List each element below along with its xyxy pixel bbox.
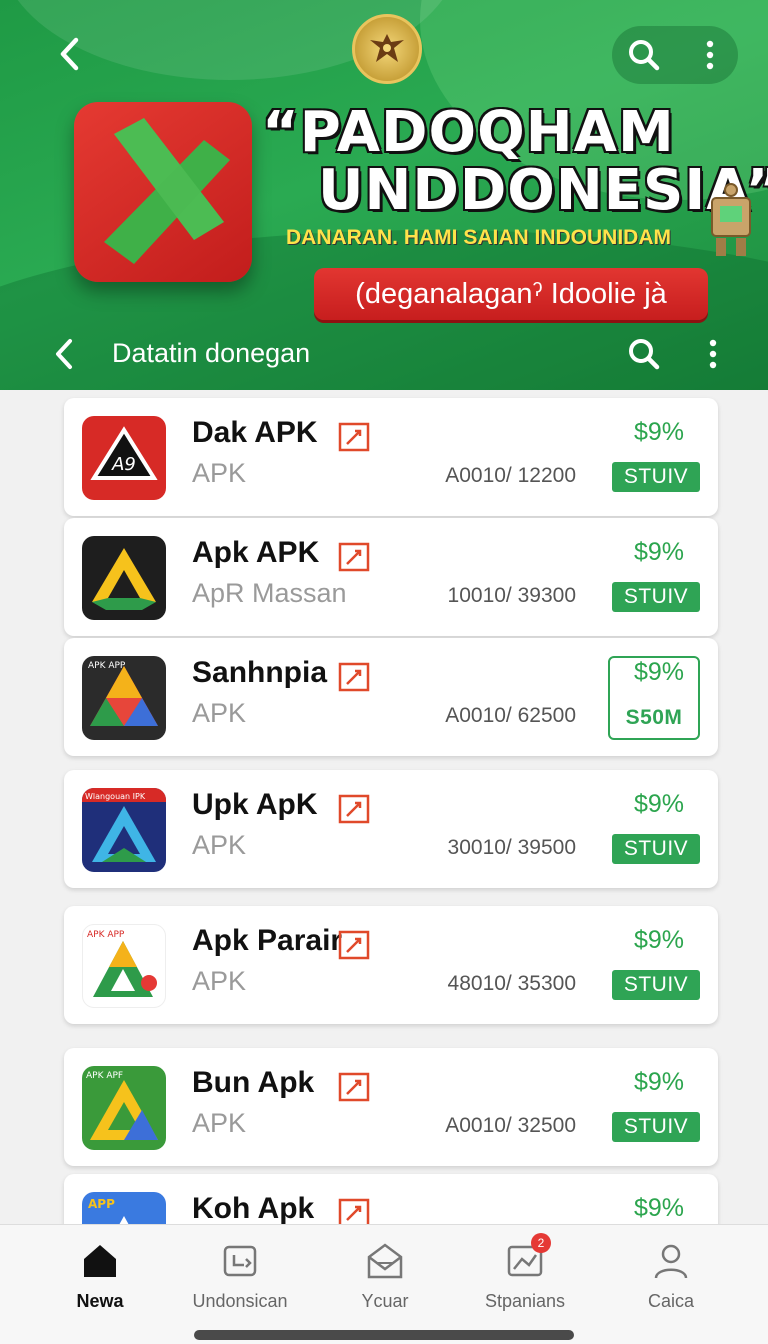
edit-icon[interactable]: [338, 930, 370, 960]
tab-ycuar[interactable]: Ycuar: [310, 1239, 460, 1319]
app-name: Bun Apk: [192, 1066, 315, 1099]
app-meta: A0010/ 12200: [445, 464, 576, 487]
app-icon-text: APP: [88, 1197, 115, 1211]
app-action-button[interactable]: STUIV: [612, 834, 700, 864]
person-icon: [654, 1244, 688, 1279]
banner-title-line2: UNDDONESIA”: [318, 158, 768, 223]
search-button[interactable]: [624, 35, 664, 75]
back-arrow-icon: [56, 339, 72, 369]
nav-more-button[interactable]: [696, 332, 730, 376]
nav-back-button[interactable]: [44, 330, 84, 378]
app-meta: A0010/ 62500: [445, 704, 576, 727]
search-icon: [629, 339, 660, 370]
sub-navbar: Datatin donegan: [0, 324, 768, 384]
header-banner: “PADOQHAM UNDDONESIA” DANARAN. HAMI SAIA…: [0, 0, 768, 390]
app-price: $9%: [633, 538, 684, 566]
app-icon: APK APP: [82, 656, 166, 740]
list-item[interactable]: Wlangouan IPK Upk ApK APK 30010/ 39500 $…: [64, 770, 718, 888]
tab-label: Ycuar: [361, 1291, 409, 1311]
tab-label: Newa: [76, 1291, 124, 1311]
app-name: Apk APK: [192, 536, 320, 569]
edit-icon[interactable]: [338, 1072, 370, 1102]
edit-icon[interactable]: [338, 662, 370, 692]
app-meta: 30010/ 39500: [447, 836, 576, 859]
app-meta: A0010/ 32500: [445, 1114, 576, 1137]
list-item[interactable]: APK APP Apk Parair APK 48010/ 35300 $9% …: [64, 906, 718, 1024]
tab-label: Undonsican: [192, 1291, 288, 1311]
download-box-icon: [223, 1245, 257, 1277]
app-icon: APK APF: [82, 1066, 166, 1150]
edit-icon[interactable]: [338, 422, 370, 452]
app-icon-text: APK APP: [88, 661, 126, 671]
app-icon: Wlangouan IPK: [82, 788, 166, 872]
app-category: APK: [192, 966, 247, 996]
app-meta: 10010/ 39300: [447, 584, 576, 607]
app-category: APK: [192, 698, 247, 728]
tab-label: Stpanians: [484, 1291, 566, 1311]
app-name: Dak APK: [192, 416, 318, 449]
app-action-button[interactable]: STUIV: [612, 462, 700, 492]
more-vert-icon: [706, 40, 714, 70]
more-button[interactable]: [690, 35, 730, 75]
app-list: A9 Dak APK APK A0010/ 12200 $9% STUIV Ap…: [0, 390, 768, 1224]
app-price: $9%: [633, 926, 684, 954]
app-name: Upk ApK: [192, 788, 318, 821]
app-icon-text: Wlangouan IPK: [85, 792, 146, 801]
list-item[interactable]: APP Koh Apk $9%: [64, 1174, 718, 1224]
app-action-button[interactable]: STUIV: [612, 970, 700, 1000]
app-category: ApR Massan: [192, 578, 347, 608]
app-icon: A9: [82, 416, 166, 500]
app-name: Koh Apk: [192, 1192, 315, 1224]
home-icon: [84, 1245, 116, 1277]
list-item[interactable]: Apk APK ApR Massan 10010/ 39300 $9% STUI…: [64, 518, 718, 636]
tab-stpanians[interactable]: 2 Stpanians: [450, 1233, 600, 1319]
page-title: Datatin donegan: [112, 338, 311, 368]
search-icon: [629, 40, 660, 71]
banner-title-line1: “PADOQHAM: [262, 100, 675, 165]
app-price: $9%: [633, 1068, 684, 1096]
tab-home[interactable]: Newa: [25, 1239, 175, 1319]
app-name: Apk Parair: [192, 924, 343, 957]
tab-caica[interactable]: Caica: [596, 1239, 746, 1319]
app-icon-text: APK APF: [86, 1071, 123, 1081]
mail-icon: [367, 1243, 403, 1279]
cta-button[interactable]: (deganalaganˀ Idoolie jà: [314, 268, 708, 320]
app-icon: APP: [82, 1192, 166, 1224]
app-price: $9%: [633, 1194, 684, 1222]
app-category: APK: [192, 830, 247, 860]
edit-icon[interactable]: [338, 794, 370, 824]
app-name: Sanhnpia: [192, 656, 328, 689]
bottom-navigation: Newa Undonsican Ycuar 2 Stpanians Caica: [0, 1224, 768, 1344]
list-item[interactable]: APK APF Bun Apk APK A0010/ 32500 $9% STU…: [64, 1048, 718, 1166]
edit-icon[interactable]: [338, 1198, 370, 1224]
tab-undonsican[interactable]: Undonsican: [165, 1239, 315, 1319]
app-action-button[interactable]: STUIV: [612, 1112, 700, 1142]
app-category: APK: [192, 458, 247, 488]
top-actions: [612, 26, 738, 84]
app-price: $9%: [633, 790, 684, 818]
nav-search-button[interactable]: [622, 332, 666, 376]
more-vert-icon: [709, 339, 717, 369]
app-category: APK: [192, 1108, 247, 1138]
app-meta: 48010/ 35300: [447, 972, 576, 995]
back-arrow-icon: [60, 37, 79, 71]
list-item[interactable]: APK APP Sanhnpia APK A0010/ 62500 S50M $…: [64, 638, 718, 756]
home-indicator[interactable]: [194, 1330, 574, 1340]
list-item[interactable]: A9 Dak APK APK A0010/ 12200 $9% STUIV: [64, 398, 718, 516]
app-action-button[interactable]: STUIV: [612, 582, 700, 612]
banner-subtitle: DANARAN. HAMI SAIAN INDOUNIDAM: [286, 226, 671, 249]
app-price: $9%: [633, 658, 684, 686]
app-price: $9%: [633, 418, 684, 446]
eagle-emblem-icon: [352, 14, 422, 84]
tab-label: Caica: [647, 1291, 695, 1311]
notification-badge: 2: [531, 1233, 551, 1253]
app-icon: [82, 536, 166, 620]
app-icon: APK APP: [82, 924, 166, 1008]
app-icon-text: A9: [111, 454, 136, 475]
app-icon-text: APK APP: [87, 930, 125, 940]
robot-mascot-icon: [711, 183, 751, 256]
edit-icon[interactable]: [338, 542, 370, 572]
app-logo: [74, 102, 252, 282]
back-button[interactable]: [46, 30, 94, 78]
